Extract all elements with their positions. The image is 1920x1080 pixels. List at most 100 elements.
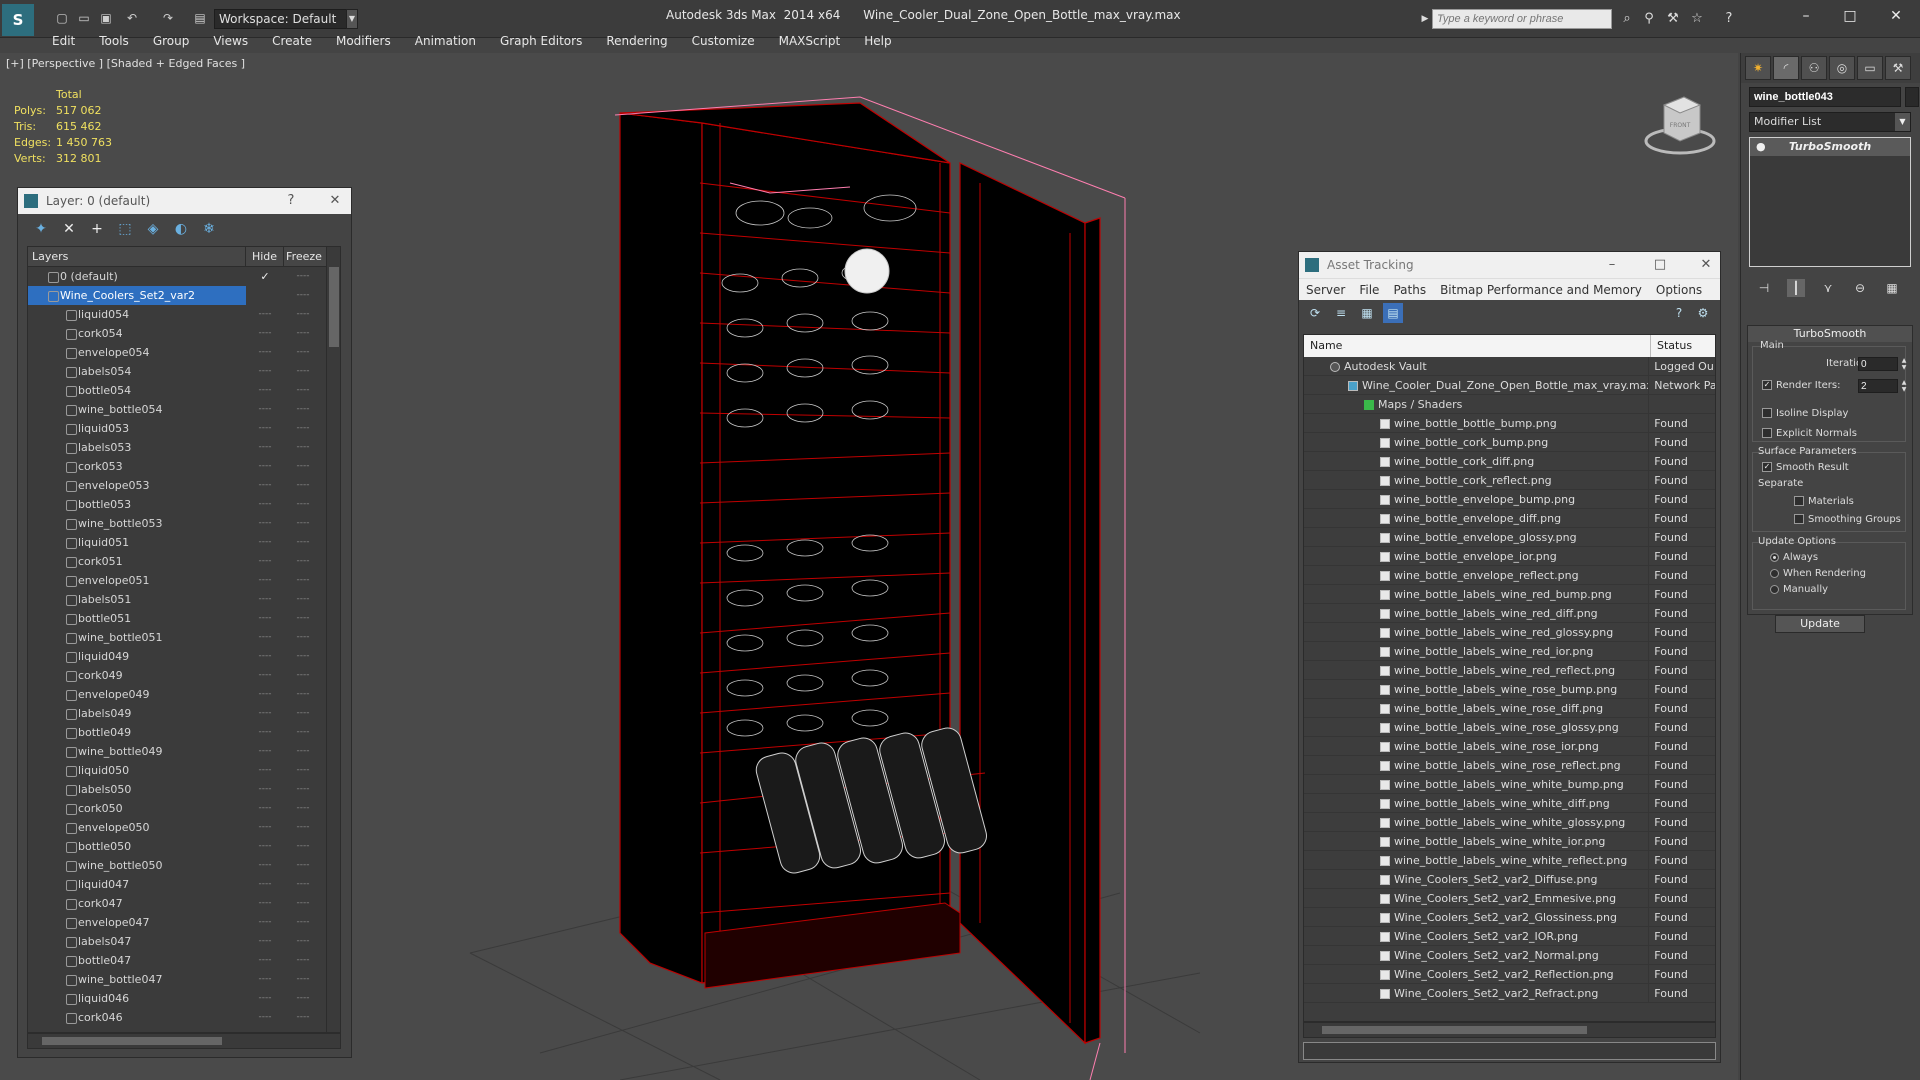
freeze-toggle[interactable]: ---- [284,913,322,932]
asset-map-row[interactable]: Wine_Coolers_Set2_var2_IOR.png Found [1304,927,1715,946]
object-color-swatch[interactable] [1905,87,1919,107]
freeze-toggle[interactable]: ---- [284,761,322,780]
hide-toggle[interactable]: ---- [246,685,284,704]
layer-object-row[interactable]: bottle054 ---- ---- [28,381,340,400]
save-file-icon[interactable]: ▣ [98,10,114,26]
spinner-arrows-icon[interactable]: ▲ ▼ [1900,357,1908,371]
hide-toggle[interactable]: ---- [246,761,284,780]
hide-toggle[interactable]: ---- [246,514,284,533]
utilities-tab-icon[interactable]: ⚒ [1885,56,1911,80]
list-view-icon[interactable]: ≡ [1331,303,1351,323]
hide-toggle[interactable]: ---- [246,932,284,951]
layer-object-row[interactable]: cork051 ---- ---- [28,552,340,571]
hide-toggle[interactable]: ---- [246,1008,284,1027]
workspace-dropdown[interactable]: Workspace: Default [214,9,350,29]
asset-map-row[interactable]: wine_bottle_envelope_reflect.png Found [1304,566,1715,585]
display-tab-icon[interactable]: ▭ [1857,56,1883,80]
layer-object-row[interactable]: envelope054 ---- ---- [28,343,340,362]
freeze-toggle[interactable]: ---- [284,514,322,533]
asset-map-row[interactable]: Wine_Coolers_Set2_var2_Diffuse.png Found [1304,870,1715,889]
manually-row[interactable]: Manually [1770,584,1828,595]
freeze-toggle[interactable]: ---- [284,343,322,362]
redo-icon[interactable]: ↷ [160,10,176,26]
scroll-thumb[interactable] [329,267,339,347]
hide-toggle[interactable]: ---- [246,875,284,894]
render-iters-spinner[interactable] [1858,379,1898,393]
subscription-icon[interactable]: ⚒ [1664,10,1682,28]
chevron-down-icon[interactable]: ▼ [346,9,358,29]
asset-minimize-button[interactable]: – [1601,252,1623,278]
isoline-row[interactable]: Isoline Display [1762,408,1848,419]
layer-object-row[interactable]: cork046 ---- ---- [28,1008,340,1027]
freeze-toggle[interactable]: ---- [284,666,322,685]
hide-toggle[interactable]: ---- [246,362,284,381]
asset-map-row[interactable]: wine_bottle_labels_wine_white_diff.png Fo… [1304,794,1715,813]
hide-toggle[interactable]: ✓ [246,267,284,286]
layer-object-row[interactable]: cork053 ---- ---- [28,457,340,476]
menu-edit[interactable]: Edit [40,30,87,52]
layer-object-row[interactable]: liquid046 ---- ---- [28,989,340,1008]
materials-row[interactable]: Materials [1794,496,1854,507]
layer-object-row[interactable]: cork050 ---- ---- [28,799,340,818]
refresh-icon[interactable]: ⟳ [1305,303,1325,323]
menu-views[interactable]: Views [201,30,260,52]
menu-group[interactable]: Group [141,30,202,52]
freeze-toggle[interactable]: ---- [284,951,322,970]
modify-tab-icon[interactable]: ◜ [1773,56,1799,80]
layer-panel-titlebar[interactable]: Layer: 0 (default) ? ✕ [18,188,351,214]
hide-toggle[interactable]: ---- [246,571,284,590]
modifier-list-dropdown[interactable]: Modifier List [1749,112,1911,132]
freeze-toggle[interactable]: ---- [284,856,322,875]
thumbnail-view-icon[interactable]: ▦ [1357,303,1377,323]
freeze-toggle[interactable]: ---- [284,381,322,400]
layer-object-row[interactable]: cork049 ---- ---- [28,666,340,685]
layer-object-row[interactable]: liquid053 ---- ---- [28,419,340,438]
layer-object-row[interactable]: liquid047 ---- ---- [28,875,340,894]
layer-object-row[interactable]: cork054 ---- ---- [28,324,340,343]
hide-toggle[interactable] [246,286,284,305]
asset-map-row[interactable]: wine_bottle_labels_wine_white_ior.png Fou… [1304,832,1715,851]
new-file-icon[interactable]: ▢ [54,10,70,26]
freeze-toggle[interactable]: ---- [284,704,322,723]
open-file-icon[interactable]: ▭ [76,10,92,26]
asset-row-vault[interactable]: Autodesk Vault Logged Ou [1304,357,1715,376]
freeze-toggle[interactable]: ---- [284,267,322,286]
freeze-toggle[interactable]: ---- [284,970,322,989]
col-freeze[interactable]: Freeze [284,247,324,266]
lightbulb-icon[interactable]: ● [1756,138,1766,156]
layer-object-row[interactable]: labels049 ---- ---- [28,704,340,723]
communication-center-icon[interactable]: ⚲ [1640,10,1658,28]
layer-object-row[interactable]: liquid050 ---- ---- [28,761,340,780]
freeze-toggle[interactable]: ---- [284,1008,322,1027]
asset-map-row[interactable]: wine_bottle_envelope_diff.png Found [1304,509,1715,528]
hide-toggle[interactable]: ---- [246,476,284,495]
asset-map-row[interactable]: wine_bottle_labels_wine_white_bump.png Fo… [1304,775,1715,794]
hide-toggle[interactable]: ---- [246,400,284,419]
asset-horizontal-scrollbar[interactable] [1303,1022,1716,1038]
help-button[interactable]: ? [280,188,302,214]
maximize-button[interactable]: □ [1838,6,1862,26]
hide-toggle[interactable]: ---- [246,381,284,400]
freeze-toggle[interactable]: ---- [284,932,322,951]
layer-object-row[interactable]: envelope047 ---- ---- [28,913,340,932]
materials-checkbox[interactable] [1794,496,1804,506]
scroll-thumb[interactable] [1322,1026,1587,1034]
smooth-result-row[interactable]: ✓ Smooth Result [1762,462,1849,473]
hide-toggle[interactable]: ---- [246,837,284,856]
asset-map-row[interactable]: wine_bottle_labels_wine_red_glossy.png Fo… [1304,623,1715,642]
asset-maximize-button[interactable]: □ [1649,252,1671,278]
freeze-toggle[interactable]: ---- [284,286,322,305]
asset-menu-file[interactable]: File [1352,279,1386,300]
hide-toggle[interactable]: ---- [246,799,284,818]
freeze-toggle[interactable]: ---- [284,780,322,799]
asset-map-row[interactable]: wine_bottle_labels_wine_rose_reflect.png… [1304,756,1715,775]
asset-panel-titlebar[interactable]: Asset Tracking – □ ✕ [1299,252,1720,278]
hide-toggle[interactable]: ---- [246,590,284,609]
hide-toggle[interactable]: ---- [246,533,284,552]
hide-toggle[interactable]: ---- [246,552,284,571]
layer-object-row[interactable]: liquid049 ---- ---- [28,647,340,666]
layer-object-row[interactable]: labels050 ---- ---- [28,780,340,799]
hide-toggle[interactable]: ---- [246,628,284,647]
asset-map-row[interactable]: wine_bottle_cork_reflect.png Found [1304,471,1715,490]
layer-object-row[interactable]: cork047 ---- ---- [28,894,340,913]
